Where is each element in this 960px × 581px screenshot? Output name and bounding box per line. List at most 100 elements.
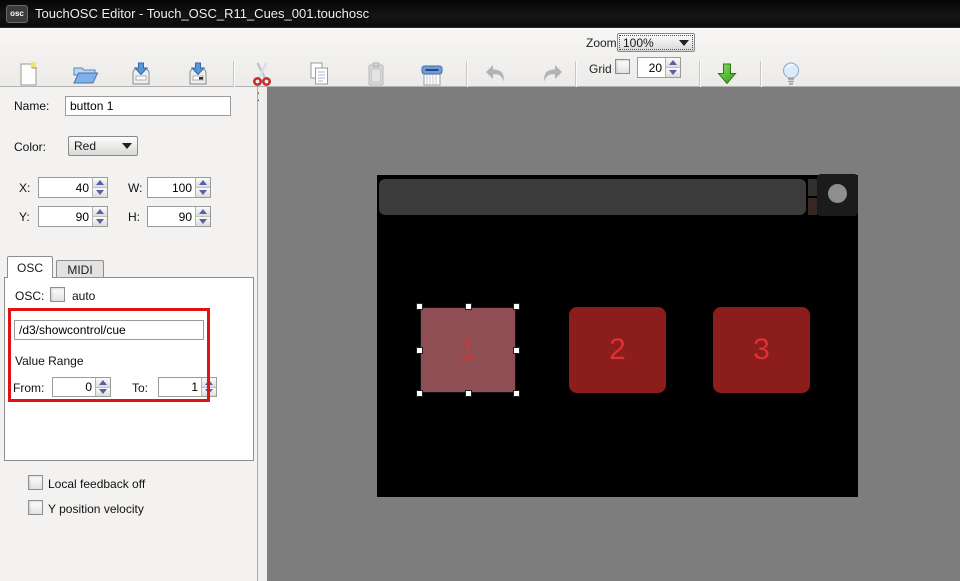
window-title: TouchOSC Editor - Touch_OSC_R11_Cues_001…: [35, 6, 369, 21]
value-range-label: Value Range: [15, 354, 84, 368]
grid-size-stepper[interactable]: [637, 57, 681, 78]
w-label: W:: [128, 181, 142, 195]
resize-handle-n[interactable]: [465, 303, 472, 310]
arrow-up-icon: [669, 60, 677, 65]
y-stepper[interactable]: [38, 206, 108, 227]
resize-handle-nw[interactable]: [416, 303, 423, 310]
arrow-up-icon: [96, 180, 104, 185]
w-up-button[interactable]: [196, 178, 210, 188]
local-feedback-checkbox[interactable]: [28, 475, 43, 490]
grid-size-up-button[interactable]: [666, 58, 680, 68]
from-input[interactable]: [53, 378, 95, 396]
grid-size-down-button[interactable]: [666, 68, 680, 77]
copy-pages-icon: [293, 60, 345, 88]
delete-shredder-icon: [406, 60, 458, 88]
arrow-down-icon: [96, 190, 104, 195]
sync-arrow-icon: [703, 60, 751, 88]
save-as-icon: [166, 60, 230, 88]
zoom-dropdown[interactable]: 100%: [617, 33, 695, 52]
w-stepper[interactable]: [147, 177, 211, 198]
y-velocity-label: Y position velocity: [48, 502, 144, 516]
arrow-down-icon: [199, 190, 207, 195]
color-label: Color:: [14, 140, 46, 154]
osc-address-input[interactable]: [14, 320, 204, 340]
cue-button-1-label: 1: [460, 333, 477, 367]
auto-label: auto: [72, 289, 95, 303]
tab-osc[interactable]: OSC: [7, 256, 53, 278]
w-input[interactable]: [148, 178, 195, 197]
device-layout[interactable]: 1 2 3: [377, 175, 858, 497]
to-stepper[interactable]: [158, 377, 217, 397]
grid-size-input[interactable]: [638, 58, 665, 77]
to-down-button[interactable]: [202, 388, 216, 397]
zoom-label: Zoom: [586, 36, 617, 50]
new-document-icon: [2, 60, 54, 88]
resize-handle-se[interactable]: [513, 390, 520, 397]
toolbar: New Open Save: [0, 28, 960, 87]
x-label: X:: [19, 181, 30, 195]
osc-auto-checkbox[interactable]: [50, 287, 65, 302]
paste-clipboard-icon: [350, 60, 402, 88]
arrow-up-icon: [99, 380, 107, 385]
arrow-down-icon: [199, 219, 207, 224]
grid-checkbox[interactable]: [615, 59, 630, 74]
osc-label: OSC:: [15, 289, 44, 303]
x-up-button[interactable]: [93, 178, 107, 188]
resize-handle-ne[interactable]: [513, 303, 520, 310]
device-bar-segment: [808, 179, 817, 196]
layout-canvas[interactable]: 1 2 3: [267, 87, 960, 581]
h-stepper[interactable]: [147, 206, 211, 227]
undo-arrow-icon: [470, 60, 522, 88]
h-up-button[interactable]: [196, 207, 210, 217]
cue-button-2-label: 2: [609, 333, 626, 367]
to-up-button[interactable]: [202, 378, 216, 388]
arrow-down-icon: [96, 219, 104, 224]
from-stepper[interactable]: [52, 377, 111, 397]
color-dropdown[interactable]: Red: [68, 136, 138, 156]
y-velocity-checkbox[interactable]: [28, 500, 43, 515]
properties-panel: Name: Color: Red X: W: Y:: [0, 87, 258, 581]
cue-button-2[interactable]: 2: [569, 307, 666, 393]
to-input[interactable]: [159, 378, 201, 396]
resize-handle-sw[interactable]: [416, 390, 423, 397]
resize-handle-e[interactable]: [513, 347, 520, 354]
y-down-button[interactable]: [93, 217, 107, 226]
arrow-up-icon: [96, 209, 104, 214]
cue-button-1[interactable]: 1: [420, 307, 516, 393]
h-down-button[interactable]: [196, 217, 210, 226]
arrow-up-icon: [199, 180, 207, 185]
tab-midi[interactable]: MIDI: [56, 260, 104, 278]
device-page-button[interactable]: [817, 174, 858, 216]
cue-button-3[interactable]: 3: [713, 307, 810, 393]
device-bar-segment: [808, 198, 817, 215]
name-label: Name:: [14, 99, 49, 113]
save-icon: [115, 60, 167, 88]
open-folder-icon: [59, 60, 111, 88]
zoom-value: 100%: [623, 36, 654, 50]
x-stepper[interactable]: [38, 177, 108, 198]
y-input[interactable]: [39, 207, 92, 226]
from-down-button[interactable]: [96, 388, 110, 397]
resize-handle-s[interactable]: [465, 390, 472, 397]
grid-label: Grid: [589, 62, 612, 76]
x-down-button[interactable]: [93, 188, 107, 197]
local-feedback-label: Local feedback off: [48, 477, 145, 491]
cut-scissors-icon: [236, 60, 288, 88]
chevron-down-icon: [679, 40, 689, 46]
y-up-button[interactable]: [93, 207, 107, 217]
arrow-down-icon: [669, 70, 677, 75]
to-label: To:: [132, 381, 148, 395]
w-down-button[interactable]: [196, 188, 210, 197]
device-tab-bar[interactable]: [379, 179, 806, 215]
title-bar: osc TouchOSC Editor - Touch_OSC_R11_Cues…: [0, 0, 960, 28]
about-lightbulb-icon: [763, 60, 819, 88]
h-input[interactable]: [148, 207, 195, 226]
osc-tab-panel: OSC: auto Value Range From: To:: [4, 277, 254, 461]
resize-handle-w[interactable]: [416, 347, 423, 354]
x-input[interactable]: [39, 178, 92, 197]
arrow-up-icon: [205, 380, 213, 385]
name-input[interactable]: [65, 96, 231, 116]
from-up-button[interactable]: [96, 378, 110, 388]
panel-splitter[interactable]: [259, 87, 267, 581]
h-label: H:: [128, 210, 140, 224]
